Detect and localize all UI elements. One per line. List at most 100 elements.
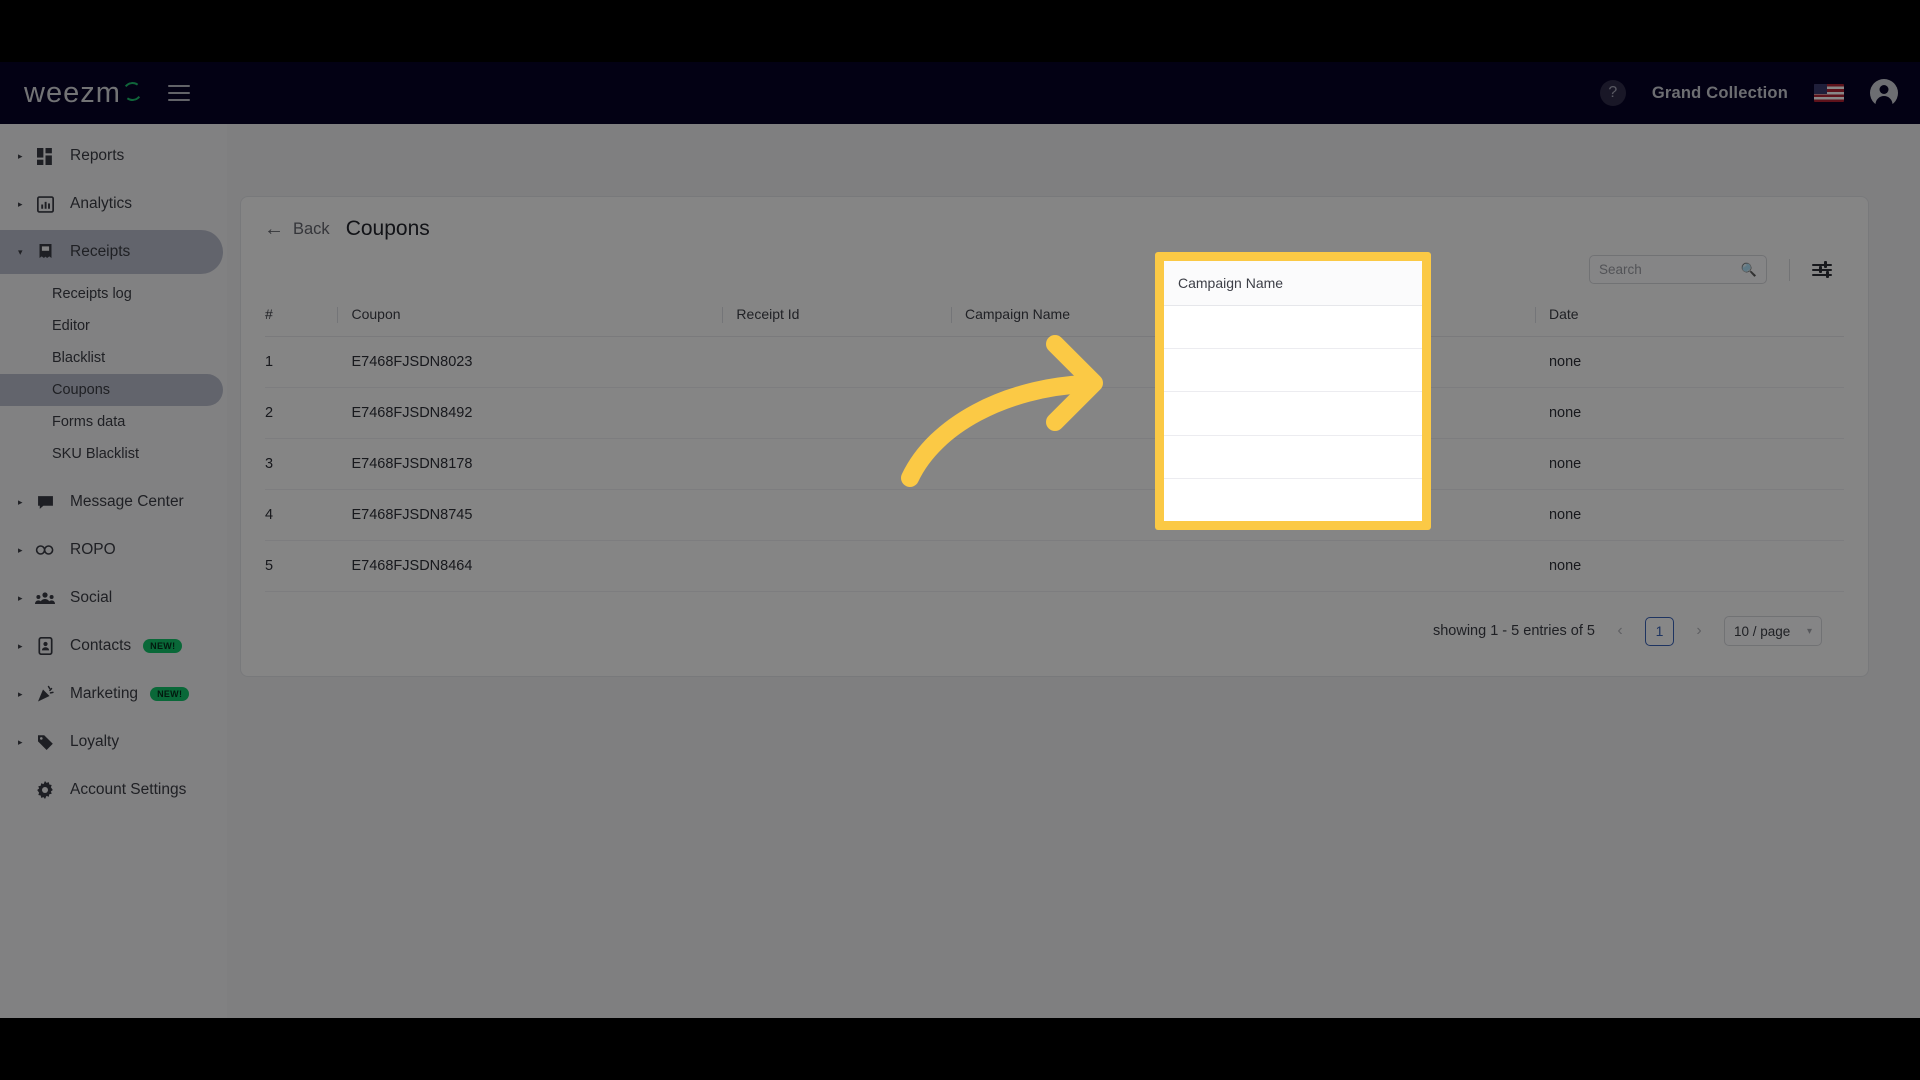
sidebar-item-social[interactable]: ▸ Social: [0, 576, 227, 620]
back-button[interactable]: ← Back: [264, 219, 330, 239]
weezmo-logo[interactable]: weezm: [24, 77, 144, 110]
table-row[interactable]: 4 E7468FJSDN8745 none: [265, 489, 1844, 541]
pagination-info: showing 1 - 5 entries of 5: [1432, 623, 1595, 639]
table-body: 1 E7468FJSDN8023 none 2 E7468FJSDN8492 n…: [265, 336, 1844, 592]
table-head: # Coupon Receipt Id Campaign Name Date: [265, 294, 1844, 337]
chevron-right-icon: ▸: [18, 688, 23, 699]
gear-icon: [30, 781, 60, 799]
col-header-date[interactable]: Date: [1534, 294, 1844, 337]
sidebar-nav: ▸ Reports ▸ Analytics ▾ Receipts Receipt…: [0, 124, 227, 1018]
cell-date: none: [1548, 336, 1844, 388]
slider-line: [1812, 271, 1832, 278]
sidebar-label-receipts-log: Receipts log: [52, 286, 132, 302]
pagination-next-button[interactable]: ›: [1688, 622, 1710, 640]
sidebar-label-coupons: Coupons: [52, 382, 111, 398]
cell-date: none: [1548, 540, 1844, 592]
coupons-card: ← Back Coupons 🔍: [240, 196, 1869, 677]
cell-campaign-name: [964, 336, 1549, 388]
pagination-prev-button[interactable]: ‹: [1609, 622, 1631, 640]
sidebar-item-receipts-log[interactable]: Receipts log: [0, 278, 227, 310]
sidebar-item-blacklist[interactable]: Blacklist: [0, 342, 227, 374]
search-icon: 🔍: [1740, 261, 1757, 277]
cell-num: 3: [265, 438, 352, 490]
col-header-receipt-id[interactable]: Receipt Id: [722, 294, 965, 337]
new-badge: NEW!: [150, 687, 190, 701]
sidebar-item-marketing[interactable]: ▸ Marketing NEW!: [0, 672, 227, 716]
sidebar-item-message-center[interactable]: ▸ Message Center: [0, 480, 227, 524]
top-navbar: weezm ? Grand Collection: [0, 62, 1920, 124]
sidebar-label-reports: Reports: [70, 147, 125, 164]
sidebar-label-loyalty: Loyalty: [70, 733, 120, 750]
sidebar-item-analytics[interactable]: ▸ Analytics: [0, 182, 227, 226]
topbar-right-cluster: ? Grand Collection: [1599, 79, 1898, 107]
chevron-right-icon: ▸: [18, 592, 23, 603]
cell-coupon: E7468FJSDN8178: [351, 438, 737, 490]
table-header-row: # Coupon Receipt Id Campaign Name Date: [265, 294, 1844, 337]
help-icon[interactable]: ?: [1599, 80, 1626, 106]
new-badge: NEW!: [143, 639, 183, 653]
screenshot-stage: weezm ? Grand Collection ▸ Reports ▸ Ana…: [0, 0, 1920, 1080]
col-header-num[interactable]: #: [265, 294, 352, 337]
sidebar-item-receipts[interactable]: ▾ Receipts: [0, 230, 223, 274]
pagination-page-1[interactable]: 1: [1645, 616, 1674, 646]
cell-coupon: E7468FJSDN8464: [351, 540, 737, 592]
sidebar-item-forms-data[interactable]: Forms data: [0, 406, 227, 438]
cell-coupon: E7468FJSDN8492: [351, 387, 737, 439]
hamburger-icon[interactable]: [167, 85, 190, 101]
cell-num: 4: [265, 489, 352, 541]
cell-coupon: E7468FJSDN8745: [351, 489, 737, 541]
filter-sliders-icon[interactable]: [1812, 261, 1832, 278]
pagination: showing 1 - 5 entries of 5 ‹ 1 › 10 / pa…: [241, 592, 1868, 646]
sidebar-item-ropo[interactable]: ▸ ROPO: [0, 528, 227, 572]
sidebar-item-account-settings[interactable]: Account Settings: [0, 768, 227, 812]
sidebar-label-marketing: Marketing: [70, 685, 139, 702]
sidebar-item-sku-blacklist[interactable]: SKU Blacklist: [0, 438, 227, 470]
sidebar-item-loyalty[interactable]: ▸ Loyalty: [0, 720, 227, 764]
chevron-right-icon: ▸: [18, 736, 23, 747]
people-icon: [30, 591, 60, 606]
sidebar-label-receipts: Receipts: [70, 243, 131, 260]
bar-chart-icon: [30, 195, 60, 213]
cell-num: 5: [265, 540, 352, 592]
col-header-campaign-name[interactable]: Campaign Name: [950, 294, 1549, 337]
us-flag-icon[interactable]: [1814, 84, 1844, 102]
search-box[interactable]: 🔍: [1589, 255, 1767, 284]
card-header: ← Back Coupons: [241, 197, 1868, 241]
page-title: Coupons: [345, 217, 430, 240]
table-row[interactable]: 1 E7468FJSDN8023 none: [265, 336, 1844, 388]
sidebar-item-editor[interactable]: Editor: [0, 310, 227, 342]
table-row[interactable]: 2 E7468FJSDN8492 none: [265, 387, 1844, 439]
slider-line: [1812, 266, 1832, 273]
cell-receipt-id: [736, 438, 965, 490]
search-input[interactable]: [1599, 262, 1741, 277]
sidebar-item-coupons[interactable]: Coupons: [0, 374, 223, 406]
table-toolbar: 🔍: [241, 241, 1868, 294]
cell-receipt-id: [736, 387, 965, 439]
main-content: ← Back Coupons 🔍: [240, 124, 1880, 1018]
receipt-icon: [30, 243, 60, 261]
cell-receipt-id: [736, 489, 965, 541]
user-avatar-icon[interactable]: [1870, 79, 1898, 107]
coupons-table: # Coupon Receipt Id Campaign Name Date 1…: [265, 294, 1844, 592]
sidebar-item-contacts[interactable]: ▸ Contacts NEW!: [0, 624, 227, 668]
cell-campaign-name: [964, 489, 1549, 541]
brand-accent-icon: [121, 80, 144, 102]
sidebar-label-social: Social: [70, 589, 113, 606]
back-label: Back: [293, 219, 330, 238]
contact-card-icon: [30, 637, 60, 655]
col-header-coupon[interactable]: Coupon: [337, 294, 737, 337]
table-row[interactable]: 5 E7468FJSDN8464 none: [265, 540, 1844, 592]
cell-receipt-id: [736, 540, 965, 592]
cell-receipt-id: [736, 336, 965, 388]
chevron-down-icon: ▾: [1806, 625, 1812, 637]
cell-coupon: E7468FJSDN8023: [351, 336, 737, 388]
table-row[interactable]: 3 E7468FJSDN8178 none: [265, 438, 1844, 490]
chevron-right-icon: ▸: [18, 496, 23, 507]
sidebar-label-account-settings: Account Settings: [70, 781, 187, 798]
sidebar-label-contacts: Contacts: [70, 637, 132, 654]
megaphone-icon: [30, 685, 60, 703]
chevron-right-icon: ▸: [18, 150, 23, 161]
page-size-select[interactable]: 10 / page ▾: [1724, 616, 1822, 646]
sidebar-item-reports[interactable]: ▸ Reports: [0, 134, 227, 178]
account-name: Grand Collection: [1651, 83, 1788, 102]
